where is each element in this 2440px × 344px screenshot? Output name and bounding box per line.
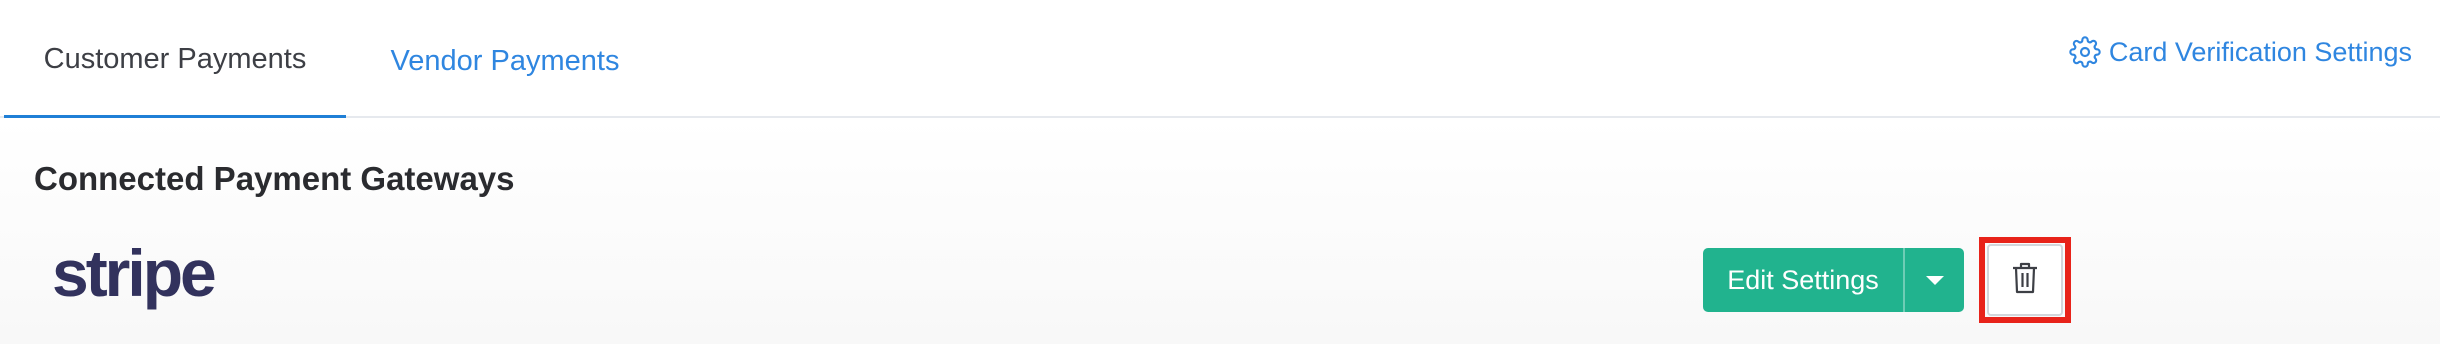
payments-tab-bar: Customer Payments Vendor Payments Card V…	[0, 0, 2440, 120]
tab-vendor-payments-label: Vendor Payments	[390, 44, 620, 77]
tab-vendor-payments[interactable]: Vendor Payments	[374, 0, 636, 118]
gear-icon	[2069, 36, 2101, 68]
stripe-logo-text: stripe	[52, 238, 215, 310]
edit-settings-button[interactable]: Edit Settings	[1703, 248, 1903, 312]
card-verification-settings-link[interactable]: Card Verification Settings	[2069, 30, 2412, 74]
edit-settings-dropdown-toggle[interactable]	[1905, 248, 1964, 312]
trash-icon	[2010, 261, 2040, 300]
card-verification-settings-label: Card Verification Settings	[2108, 36, 2412, 67]
chevron-down-icon	[1925, 275, 1944, 285]
payments-settings-page: Customer Payments Vendor Payments Card V…	[0, 0, 2440, 344]
connected-gateways-panel: Connected Payment Gateways stripe Edit S…	[0, 118, 2440, 344]
tab-customer-payments[interactable]: Customer Payments	[4, 0, 346, 120]
section-title: Connected Payment Gateways	[34, 160, 515, 197]
edit-settings-split-button: Edit Settings	[1703, 248, 1964, 312]
stripe-logo: stripe	[52, 238, 218, 310]
edit-settings-label: Edit Settings	[1727, 264, 1879, 295]
tab-customer-payments-label: Customer Payments	[43, 42, 307, 75]
delete-gateway-button[interactable]	[1987, 244, 2063, 316]
